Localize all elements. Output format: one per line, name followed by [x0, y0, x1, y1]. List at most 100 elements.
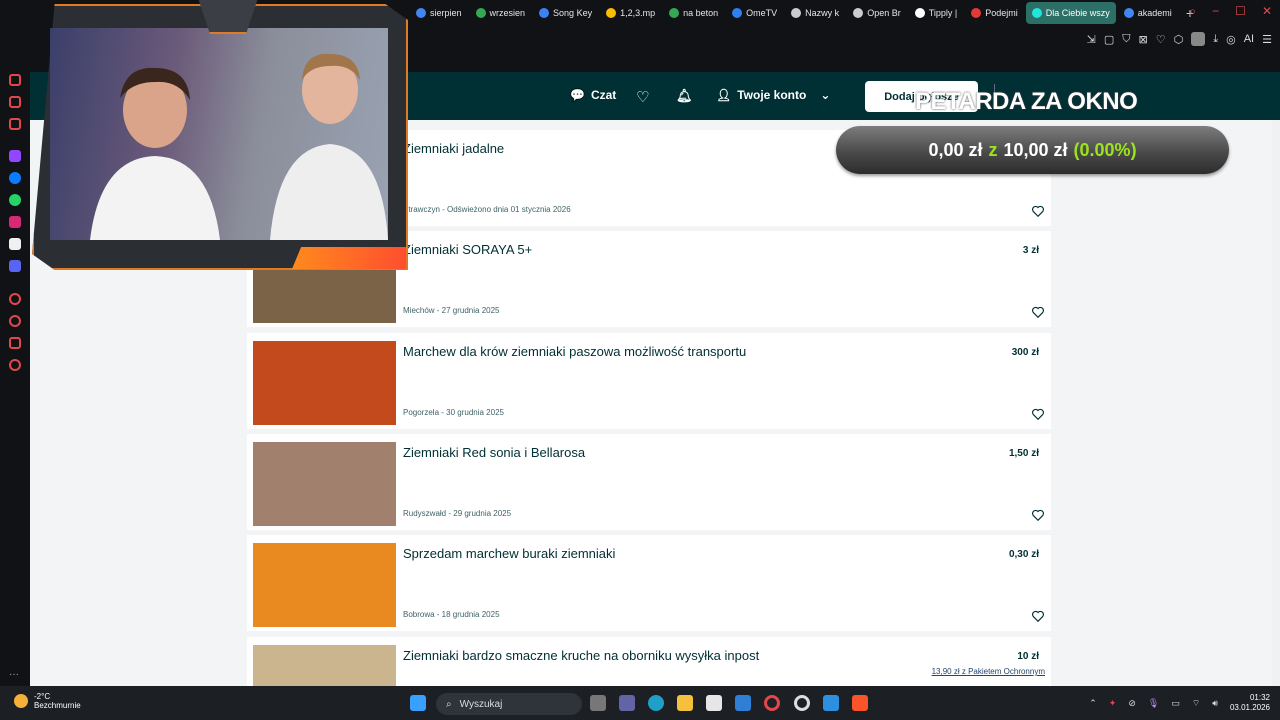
listing-card[interactable]: Sprzedam marchew buraki ziemniaki 0,30 zł…: [247, 535, 1051, 631]
listing-thumbnail[interactable]: [253, 442, 396, 526]
account-menu[interactable]: 👤︎ Twoje konto ⌄: [716, 88, 830, 102]
shield-icon[interactable]: ⛉: [1122, 33, 1130, 46]
clock-date: 03.01.2026: [1229, 703, 1270, 712]
tab-label: na beton: [683, 8, 719, 18]
listing-title[interactable]: Sprzedam marchew buraki ziemniaki: [403, 546, 615, 561]
opera-icon[interactable]: [764, 695, 780, 711]
flow-icon[interactable]: [9, 74, 21, 86]
favorites-heart-icon[interactable]: ♡: [636, 88, 649, 106]
close-icon[interactable]: ✕: [1262, 4, 1272, 19]
store-icon[interactable]: [706, 695, 722, 711]
download-icon[interactable]: ⤓: [1213, 33, 1218, 46]
mic-icon[interactable]: 🎙︎: [1148, 698, 1159, 709]
browser-tab[interactable]: sierpien: [410, 2, 468, 24]
chat-link[interactable]: 💬 Czat: [570, 88, 616, 102]
browser-tab[interactable]: Open Br: [847, 2, 907, 24]
volume-icon[interactable]: 🔊︎: [1212, 698, 1218, 709]
file-explorer-icon[interactable]: [677, 695, 693, 711]
listing-title[interactable]: Ziemniaki bardzo smaczne kruche na oborn…: [403, 648, 759, 663]
donation-goal-bar: 0,00 zł z 10,00 zł (0.00%): [836, 126, 1229, 174]
tab-label: Song Key: [553, 8, 593, 18]
image-app-icon[interactable]: [823, 695, 839, 711]
browser-tab[interactable]: Song Key: [533, 2, 598, 24]
tab-label: OmeTV: [746, 8, 778, 18]
browser-tab[interactable]: akademi: [1118, 2, 1178, 24]
start-windows-icon[interactable]: [410, 695, 426, 711]
twitch-icon[interactable]: [9, 150, 21, 162]
listing-title[interactable]: Ziemniaki Red sonia i Bellarosa: [403, 445, 585, 460]
workspace-icon[interactable]: [9, 118, 21, 130]
puzzle-icon[interactable]: ⬡: [1174, 33, 1184, 46]
favorite-heart-icon[interactable]: [1031, 407, 1045, 421]
extensions-icon[interactable]: [9, 337, 21, 349]
weather-widget[interactable]: -2°C Bezchmurnie: [14, 692, 81, 710]
browser-tab[interactable]: na beton: [663, 2, 724, 24]
discord-icon[interactable]: [9, 260, 21, 272]
history-icon[interactable]: [9, 315, 21, 327]
ai-button[interactable]: AI: [1244, 33, 1254, 45]
listing-thumbnail[interactable]: [253, 645, 396, 686]
taskbar-search[interactable]: ⌕ Wyszukaj: [436, 693, 582, 715]
weather-desc: Bezchmurnie: [34, 701, 81, 710]
tiktok-icon[interactable]: [9, 238, 21, 250]
monitor-icon[interactable]: ▭: [1171, 698, 1180, 709]
avatar[interactable]: [1191, 32, 1206, 46]
edge-icon[interactable]: [648, 695, 664, 711]
listing-card[interactable]: Marchew dla krów ziemniaki paszowa możli…: [247, 333, 1051, 429]
messenger-icon[interactable]: [9, 172, 21, 184]
listing-location: Strawczyn - Odświeżono dnia 01 stycznia …: [403, 205, 571, 214]
listing-price: 300 zł: [1011, 347, 1039, 358]
search-tabs-icon[interactable]: ⌕: [1189, 4, 1196, 19]
favorite-heart-icon[interactable]: [1031, 305, 1045, 319]
snapshot-icon[interactable]: ▢: [1104, 33, 1114, 46]
settings-icon[interactable]: [9, 359, 21, 371]
browser-tab[interactable]: Tipply |: [909, 2, 964, 24]
listing-thumbnail[interactable]: [253, 341, 396, 425]
task-view-icon[interactable]: [590, 695, 606, 711]
browser-tab[interactable]: 1,2,3.mp: [600, 2, 661, 24]
goal-current: 0,00 zł: [928, 139, 983, 160]
listing-thumbnail[interactable]: [253, 543, 396, 627]
whatsapp-icon[interactable]: [9, 194, 21, 206]
chevron-up-icon[interactable]: ⌃: [1089, 698, 1097, 709]
wifi-icon[interactable]: ⌔: [1192, 698, 1200, 709]
browser-tab[interactable]: Dla Ciebie wszy: [1025, 2, 1116, 24]
listing-title[interactable]: Ziemniaki jadalne: [403, 141, 504, 156]
goal-percent: (0.00%): [1073, 139, 1137, 160]
taskbar-search-label: Wyszukaj: [459, 698, 503, 710]
heart-icon[interactable]: ♡: [1156, 33, 1166, 46]
favorite-heart-icon[interactable]: [1031, 204, 1045, 218]
more-icon[interactable]: ···: [9, 670, 21, 682]
browser-tab[interactable]: Nazwy k: [785, 2, 845, 24]
brave-icon[interactable]: [852, 695, 868, 711]
theme-icon[interactable]: ◎: [1226, 33, 1236, 46]
listing-title[interactable]: Ziemniaki SORAYA 5+: [403, 242, 532, 257]
network-off-icon[interactable]: ⊘: [1128, 698, 1136, 709]
play-icon[interactable]: [9, 293, 21, 305]
favorite-heart-icon[interactable]: [1031, 609, 1045, 623]
tray-app-icon[interactable]: ✦: [1109, 698, 1117, 709]
player-icon[interactable]: [9, 96, 21, 108]
pin-icon[interactable]: ⇲: [1087, 33, 1096, 46]
maximize-icon[interactable]: ☐: [1235, 4, 1246, 19]
listing-title[interactable]: Marchew dla krów ziemniaki paszowa możli…: [403, 344, 746, 359]
bell-icon[interactable]: 🔔︎: [676, 88, 693, 104]
browser-tab[interactable]: wrzesien: [470, 2, 532, 24]
browser-tab[interactable]: OmeTV: [726, 2, 783, 24]
protection-package-link[interactable]: 13,90 zł z Pakietem Ochronnym: [932, 667, 1045, 676]
scrollbar[interactable]: [1272, 120, 1280, 686]
tab-strip: sierpien wrzesien Song Key 1,2,3.mp na beton…: [410, 2, 1200, 24]
opera-gx-icon[interactable]: [794, 695, 810, 711]
menu-icon[interactable]: ☰: [1262, 33, 1272, 46]
teams-icon[interactable]: [619, 695, 635, 711]
mail-icon[interactable]: [735, 695, 751, 711]
browser-tab[interactable]: Podejmi: [965, 2, 1024, 24]
clock[interactable]: 01:32 03.01.2026: [1230, 693, 1270, 713]
instagram-icon[interactable]: [9, 216, 21, 228]
minimize-icon[interactable]: −: [1212, 4, 1219, 19]
favorite-heart-icon[interactable]: [1031, 508, 1045, 522]
listing-card[interactable]: Ziemniaki Red sonia i Bellarosa 1,50 zł Ru…: [247, 434, 1051, 530]
tab-label: Podejmi: [985, 8, 1018, 18]
vpn-icon[interactable]: ⊠: [1139, 33, 1148, 46]
listing-card[interactable]: Ziemniaki bardzo smaczne kruche na oborn…: [247, 637, 1051, 686]
